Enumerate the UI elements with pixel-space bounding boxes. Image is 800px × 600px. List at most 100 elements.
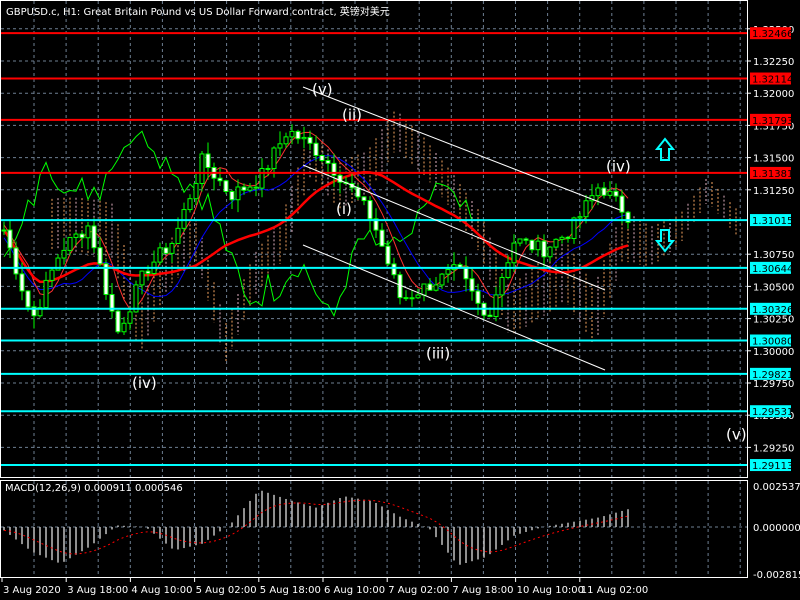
x-tick-label: 10 Aug 10:00 xyxy=(517,585,584,596)
resistance-level-label: 1.32466 xyxy=(752,29,793,40)
candle-body xyxy=(619,195,625,213)
candle-body xyxy=(181,209,187,229)
candle-body xyxy=(157,247,163,263)
x-tick-label: 5 Aug 18:00 xyxy=(260,585,321,596)
candle-body xyxy=(361,196,367,202)
chart-title: GBPUSD.c, H1: Great Britain Pound vs US … xyxy=(6,7,390,18)
candle-body xyxy=(547,246,553,258)
candle-body xyxy=(403,297,409,300)
arrow-up-icon xyxy=(654,137,676,161)
candle-body xyxy=(283,136,289,145)
candle-body xyxy=(145,270,151,274)
candle-body xyxy=(307,136,313,144)
candle-body xyxy=(415,294,421,299)
support-level-label: 1.30080 xyxy=(752,336,793,347)
candle-body xyxy=(325,159,331,164)
y-tick-label: 1.31500 xyxy=(753,154,794,165)
candle-body xyxy=(115,310,121,333)
y-tick-label: 1.29250 xyxy=(753,443,794,454)
candle-body xyxy=(67,236,73,251)
support-level-label: 1.29113 xyxy=(752,461,793,472)
candle-body xyxy=(433,284,439,291)
candle-body xyxy=(169,242,175,254)
candle-body xyxy=(577,216,583,219)
candle-body xyxy=(223,180,229,193)
candle-body xyxy=(565,236,571,240)
x-tick-label: 7 Aug 18:00 xyxy=(452,585,513,596)
candle-body xyxy=(91,225,97,249)
candle-body xyxy=(445,269,451,275)
resistance-level-label: 1.31381 xyxy=(752,169,793,180)
y-tick-label: 1.32000 xyxy=(753,89,794,100)
candle-body xyxy=(439,273,445,286)
candle-body xyxy=(1,229,7,232)
resistance-level-label: 1.31793 xyxy=(752,116,793,127)
candle-body xyxy=(187,198,193,211)
candle-body xyxy=(175,227,181,244)
candle-body xyxy=(475,290,481,304)
candle-body xyxy=(205,153,211,168)
candle-body xyxy=(487,314,493,317)
candle-body xyxy=(493,294,499,317)
candle-body xyxy=(139,270,145,286)
y-tick-label: 1.32250 xyxy=(753,57,794,68)
candle-body xyxy=(313,142,319,156)
candle-body xyxy=(43,279,49,309)
x-tick-label: 4 Aug 10:00 xyxy=(131,585,192,596)
candle-body xyxy=(49,269,55,281)
wave-label: (v) xyxy=(312,80,333,98)
candle-body xyxy=(61,249,67,259)
candle-body xyxy=(601,187,607,196)
y-tick-label: 1.30250 xyxy=(753,315,794,326)
macd-axis-label: 0.002537 xyxy=(753,482,800,493)
candle-body xyxy=(7,229,13,249)
support-level-label: 1.29531 xyxy=(752,407,793,418)
candle-body xyxy=(271,147,277,170)
candle-body xyxy=(499,276,505,296)
candle-body xyxy=(379,229,385,247)
y-tick-label: 1.30500 xyxy=(753,282,794,293)
candle-body xyxy=(517,238,523,244)
macd-label: MACD(12,26,9) 0.000911 0.000546 xyxy=(5,483,183,494)
candle-body xyxy=(463,266,469,280)
price-chart[interactable]: 1.325001.322501.320001.317501.315001.312… xyxy=(0,0,800,600)
candle-body xyxy=(409,297,415,300)
x-tick-label: 6 Aug 10:00 xyxy=(324,585,385,596)
candle-body xyxy=(523,238,529,241)
candle-body xyxy=(613,190,619,197)
candle-body xyxy=(385,245,391,265)
macd-axis-label: -0.002815 xyxy=(753,570,800,581)
candle-body xyxy=(229,191,235,201)
candle-body xyxy=(163,247,169,254)
candle-body xyxy=(25,290,31,308)
candle-body xyxy=(121,322,127,333)
x-tick-label: 7 Aug 02:00 xyxy=(388,585,449,596)
candle-body xyxy=(301,136,307,140)
support-level-label: 1.29821 xyxy=(752,370,793,381)
wave-label: (ii) xyxy=(342,106,362,124)
candle-body xyxy=(247,186,253,191)
x-tick-label: 11 Aug 02:00 xyxy=(581,585,648,596)
candle-body xyxy=(427,283,433,291)
candle-body xyxy=(127,311,133,324)
wave-label: (iii) xyxy=(426,344,450,362)
candle-body xyxy=(541,240,547,258)
candle-body xyxy=(277,143,283,149)
candle-body xyxy=(289,130,295,138)
candle-body xyxy=(259,167,265,189)
candle-body xyxy=(421,283,427,296)
candle-body xyxy=(391,263,397,276)
candle-body xyxy=(73,233,79,238)
candle-body xyxy=(583,200,589,218)
candle-body xyxy=(457,264,463,268)
support-level-label: 1.30644 xyxy=(752,264,793,275)
wave-label: (i) xyxy=(336,200,352,218)
resistance-level-label: 1.32114 xyxy=(752,75,793,86)
candles xyxy=(1,124,631,335)
support-level-label: 1.30326 xyxy=(752,305,793,316)
candle-body xyxy=(193,182,199,200)
support-level-label: 1.31015 xyxy=(752,216,793,227)
candle-body xyxy=(607,190,613,196)
y-tick-label: 1.30000 xyxy=(753,347,794,358)
candle-body xyxy=(19,273,25,292)
